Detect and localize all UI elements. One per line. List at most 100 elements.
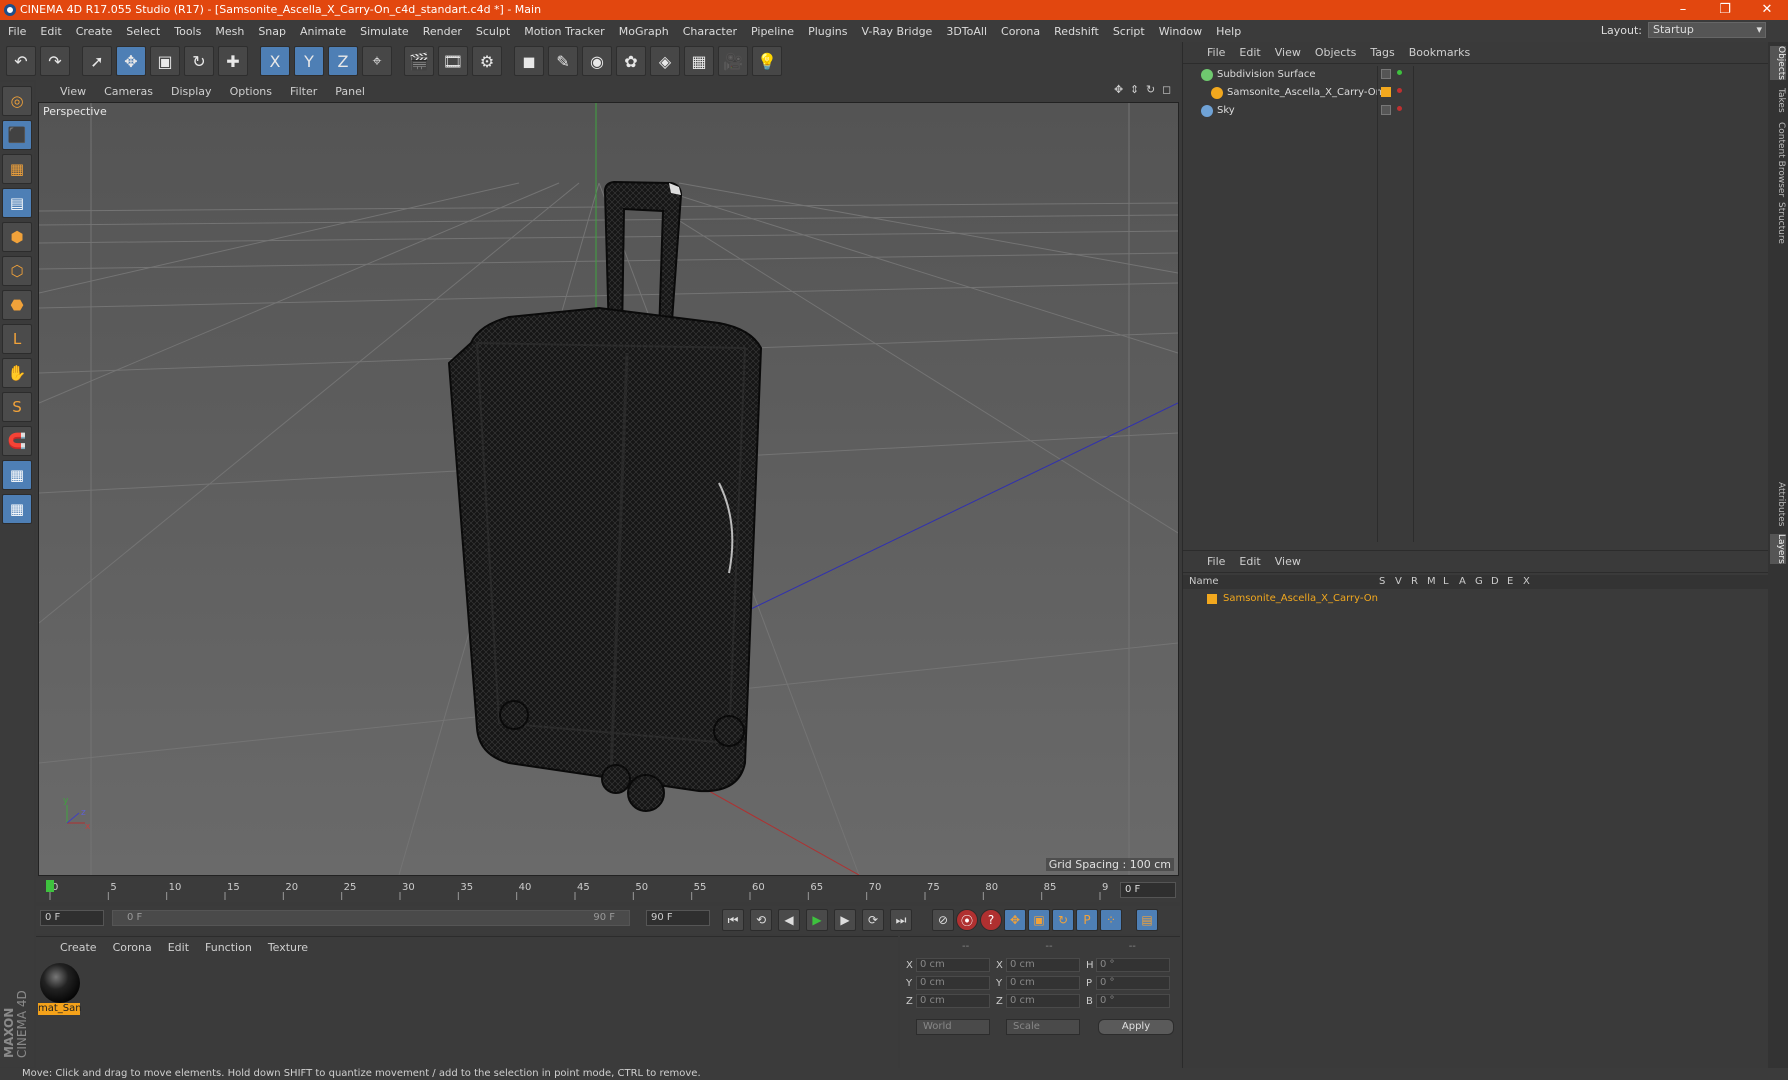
pan-icon[interactable]: ✥ [1114, 84, 1126, 96]
maximize-view-icon[interactable]: ◻ [1162, 84, 1174, 96]
menu-item-animate[interactable]: Animate [300, 25, 346, 38]
key-param-icon[interactable]: P [1076, 909, 1098, 931]
menu-item-window[interactable]: Window [1159, 25, 1202, 38]
play-button[interactable]: ▶ [806, 909, 828, 931]
menu-item-pipeline[interactable]: Pipeline [751, 25, 794, 38]
step-back-button[interactable]: ◀ [778, 909, 800, 931]
side-tab-layers[interactable]: Layers [1770, 534, 1786, 564]
side-tab-takes[interactable]: Takes [1770, 88, 1786, 113]
perspective-viewport[interactable]: y z x Perspective Grid Spacing : 100 cm [38, 102, 1179, 876]
object-menu-file[interactable]: File [1207, 46, 1225, 59]
menu-item-file[interactable]: File [8, 25, 26, 38]
autokey-icon[interactable]: ? [980, 909, 1002, 931]
tweak-icon[interactable]: ✋ [2, 358, 32, 388]
object-row[interactable]: Subdivision Surface [1183, 66, 1769, 84]
y-axis-icon[interactable]: Y [294, 46, 324, 76]
coord-value-field[interactable]: 0 cm [1006, 994, 1080, 1008]
menu-item-script[interactable]: Script [1113, 25, 1145, 38]
menu-item-v-ray-bridge[interactable]: V-Ray Bridge [861, 25, 932, 38]
layer-menu-edit[interactable]: Edit [1239, 555, 1260, 568]
object-menu-view[interactable]: View [1275, 46, 1301, 59]
visibility-dots-icon[interactable] [1381, 105, 1391, 115]
object-name[interactable]: Sky [1217, 102, 1235, 120]
previous-key-button[interactable]: ⟲ [750, 909, 772, 931]
material-thumbnail[interactable] [40, 963, 80, 1003]
cube-icon[interactable]: ◼ [514, 46, 544, 76]
menu-item-simulate[interactable]: Simulate [360, 25, 409, 38]
menu-item-mesh[interactable]: Mesh [215, 25, 244, 38]
z-axis-icon[interactable]: Z [328, 46, 358, 76]
menu-item-character[interactable]: Character [683, 25, 737, 38]
scale-icon[interactable]: ▣ [150, 46, 180, 76]
side-tab-content-browser[interactable]: Content Browser [1770, 122, 1786, 197]
viewport-menu-cameras[interactable]: Cameras [104, 85, 153, 98]
apply-button[interactable]: Apply [1098, 1019, 1174, 1035]
motion-path-icon[interactable]: ⊘ [932, 909, 954, 931]
material-menu-create[interactable]: Create [60, 941, 97, 954]
playhead[interactable] [46, 880, 54, 892]
close-button[interactable]: ✕ [1746, 0, 1788, 20]
coord-value-field[interactable]: 0 cm [1006, 976, 1080, 990]
object-menu-bookmarks[interactable]: Bookmarks [1409, 46, 1470, 59]
record-icon[interactable]: ⦿ [956, 909, 978, 931]
viewport-menu-options[interactable]: Options [230, 85, 272, 98]
dolly-icon[interactable]: ⇕ [1130, 84, 1142, 96]
go-to-start-button[interactable]: ⏮ [722, 909, 744, 931]
object-row[interactable]: Sky [1183, 102, 1769, 120]
visibility-dots-icon[interactable] [1381, 69, 1391, 79]
restore-button[interactable]: ❐ [1704, 0, 1746, 20]
coord-value-field[interactable]: 0 cm [916, 994, 990, 1008]
select-icon[interactable]: ➚ [82, 46, 112, 76]
x-axis-icon[interactable]: X [260, 46, 290, 76]
menu-item-sculpt[interactable]: Sculpt [476, 25, 510, 38]
side-tab-structure[interactable]: Structure [1770, 202, 1786, 244]
snap-s-icon[interactable]: S [2, 392, 32, 422]
menu-item-help[interactable]: Help [1216, 25, 1241, 38]
object-mode-icon[interactable]: ⬛ [2, 120, 32, 150]
go-to-end-button[interactable]: ⏭ [890, 909, 912, 931]
light-icon[interactable]: 💡 [752, 46, 782, 76]
key-position-icon[interactable]: ✥ [1004, 909, 1026, 931]
key-pla-icon[interactable]: ⁘ [1100, 909, 1122, 931]
current-frame-field[interactable]: 0 F [1120, 882, 1176, 898]
timeline-ruler[interactable]: 051015202530354045505560657075808590 [44, 878, 1108, 902]
menu-item-3dtoall[interactable]: 3DToAll [946, 25, 987, 38]
side-tab-attributes[interactable]: Attributes [1770, 482, 1786, 526]
minimize-button[interactable]: – [1662, 0, 1704, 20]
menu-item-redshift[interactable]: Redshift [1054, 25, 1099, 38]
layer-tag-icon[interactable] [1381, 87, 1391, 97]
object-name[interactable]: Subdivision Surface [1217, 66, 1316, 84]
coord-value-field[interactable]: 0 cm [916, 958, 990, 972]
layer-menu-view[interactable]: View [1275, 555, 1301, 568]
menu-item-plugins[interactable]: Plugins [808, 25, 847, 38]
menu-item-corona[interactable]: Corona [1001, 25, 1040, 38]
viewport-menu-panel[interactable]: Panel [335, 85, 365, 98]
material-name[interactable]: mat_San [38, 1003, 82, 1015]
workplane-icon[interactable]: ▤ [2, 188, 32, 218]
render-dot-icon[interactable] [1397, 106, 1402, 111]
magnet-icon[interactable]: 🧲 [2, 426, 32, 456]
texture-mode-icon[interactable]: ▦ [2, 154, 32, 184]
render-picture-viewer-icon[interactable]: 🎞 [438, 46, 468, 76]
render-settings-icon[interactable]: ⚙ [472, 46, 502, 76]
render-dot-icon[interactable] [1397, 70, 1402, 75]
object-menu-edit[interactable]: Edit [1239, 46, 1260, 59]
edges-icon[interactable]: ⬡ [2, 256, 32, 286]
grid-lock-icon[interactable]: ▦ [2, 460, 32, 490]
move-plus-icon[interactable]: ✚ [218, 46, 248, 76]
side-tab-objects[interactable]: Objects [1770, 46, 1786, 81]
render-view-icon[interactable]: 🎬 [404, 46, 434, 76]
orbit-icon[interactable]: ↻ [1146, 84, 1158, 96]
deformer-icon[interactable]: ◈ [650, 46, 680, 76]
viewport-menu-view[interactable]: View [60, 85, 86, 98]
pen-icon[interactable]: ✎ [548, 46, 578, 76]
menu-item-mograph[interactable]: MoGraph [619, 25, 669, 38]
timeline[interactable]: 051015202530354045505560657075808590 0 F [36, 878, 1180, 902]
layer-menu-file[interactable]: File [1207, 555, 1225, 568]
coordinate-system-icon[interactable]: ⌖ [362, 46, 392, 76]
viewport-scene[interactable]: y z x [39, 103, 1178, 875]
layer-row[interactable]: Samsonite_Ascella_X_Carry-On [1183, 591, 1769, 607]
coord-value-field[interactable]: 0 ° [1096, 976, 1170, 990]
menu-item-edit[interactable]: Edit [40, 25, 61, 38]
menu-item-tools[interactable]: Tools [174, 25, 201, 38]
